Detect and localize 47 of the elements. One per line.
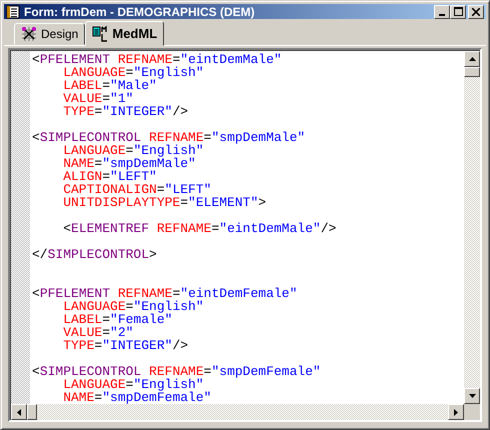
minimize-button[interactable] (434, 4, 450, 18)
document-icon (92, 26, 108, 42)
minimize-icon (439, 14, 445, 16)
code-line: LANGUAGE="English" (62, 377, 204, 392)
code-line: <PFELEMENT REFNAME="eintDemFemale" (32, 286, 298, 301)
scroll-left-button[interactable] (11, 404, 27, 420)
tab[interactable]: Design (14, 23, 86, 45)
code-line: LABEL="Male" (62, 78, 157, 93)
code-line: LANGUAGE="English" (62, 65, 204, 80)
down-arrow-icon (468, 394, 476, 398)
code-line: <SIMPLECONTROL REFNAME="smpDemFemale" (32, 364, 321, 379)
code-line: LANGUAGE="English" (62, 299, 204, 314)
scroll-thumb[interactable] (464, 67, 480, 77)
vertical-scrollbar[interactable] (464, 51, 480, 404)
code-line: NAME="smpDemMale" (62, 156, 196, 171)
code-line: TYPE="INTEGER"/> (62, 104, 188, 119)
scroll-right-button[interactable] (448, 404, 464, 420)
up-arrow-icon (468, 57, 476, 61)
code-line: VALUE="1" (62, 91, 134, 106)
right-arrow-icon (454, 408, 458, 416)
scroll-down-button[interactable] (464, 388, 480, 404)
code-editor[interactable] (8, 48, 482, 422)
code-line: <SIMPLECONTROL REFNAME="smpDemMale" (32, 130, 306, 145)
tab[interactable]: MedML (85, 21, 164, 46)
scroll-thumb[interactable] (27, 404, 37, 420)
code-line: ALIGN="LEFT" (62, 169, 157, 184)
code-line: <ELEMENTREF REFNAME="eintDemMale"/> (62, 221, 336, 236)
form-icon (6, 4, 20, 18)
left-arrow-icon (17, 408, 21, 416)
close-button[interactable] (468, 4, 484, 18)
window-title: Form: frmDem - DEMOGRAPHICS (DEM) (24, 4, 256, 18)
code-line: NAME="smpDemFemale" (62, 390, 212, 404)
close-icon (472, 8, 480, 16)
maximize-icon (454, 7, 462, 16)
scrollbar-corner (464, 404, 480, 420)
horizontal-scrollbar[interactable] (11, 404, 464, 420)
grid-icon (21, 26, 37, 42)
maximize-button[interactable] (450, 4, 466, 18)
code-line: <PFELEMENT REFNAME="eintDemMale" (32, 52, 282, 67)
code-line: TYPE="INTEGER"/> (62, 338, 188, 353)
code-line: VALUE="2" (62, 325, 134, 340)
code-line: UNITDISPLAYTYPE="ELEMENT"> (62, 195, 266, 210)
code-line: </SIMPLECONTROL> (32, 247, 157, 262)
code-line: LANGUAGE="English" (62, 143, 204, 158)
code-line: LABEL="Female" (62, 312, 172, 327)
code-line: CAPTIONALIGN="LEFT" (62, 182, 212, 197)
scroll-up-button[interactable] (464, 51, 480, 67)
